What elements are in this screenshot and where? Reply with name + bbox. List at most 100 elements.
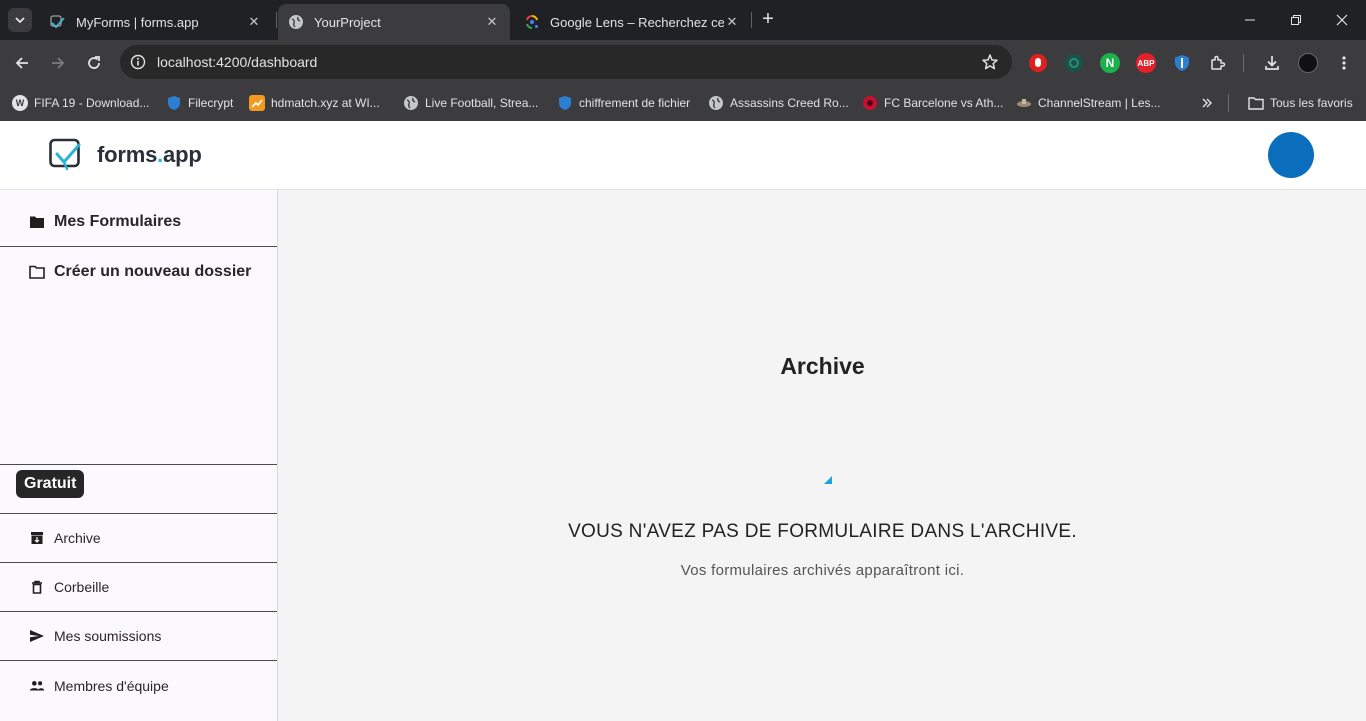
sidebar-item-label: Créer un nouveau dossier bbox=[54, 262, 252, 280]
forms-app-logo-icon bbox=[49, 138, 81, 171]
folder-filled-icon bbox=[29, 214, 45, 230]
bookmark-item[interactable]: hdmatch.xyz at WI... bbox=[249, 92, 380, 114]
reload-button[interactable] bbox=[80, 49, 108, 77]
plan-badge[interactable]: Gratuit bbox=[16, 470, 85, 498]
n-extension-label: N bbox=[1105, 56, 1115, 70]
tab-title: Google Lens – Recherchez ce qu bbox=[550, 14, 724, 30]
user-avatar[interactable] bbox=[1268, 132, 1314, 178]
reload-icon bbox=[88, 56, 100, 69]
web-page: forms.app Mes Formulaires Créer un nouve… bbox=[0, 121, 1366, 721]
sidebar-item-submissions[interactable]: Mes soumissions bbox=[0, 612, 277, 661]
all-bookmarks-button[interactable]: Tous les favoris bbox=[1248, 92, 1353, 114]
green-circle-extension-icon[interactable] bbox=[1064, 53, 1084, 73]
bookmark-label: ChannelStream | Les... bbox=[1038, 96, 1161, 110]
arrow-right-icon bbox=[52, 57, 65, 69]
site-info-icon[interactable] bbox=[128, 52, 148, 72]
tab-separator bbox=[751, 12, 752, 28]
bookmark-label: chiffrement de fichier bbox=[579, 96, 691, 110]
shield-extension-icon[interactable] bbox=[1172, 53, 1192, 73]
close-tab-icon[interactable]: ✕ bbox=[484, 14, 500, 30]
restore-button[interactable] bbox=[1273, 0, 1319, 40]
bookmark-label: FC Barcelone vs Ath... bbox=[884, 96, 1004, 110]
bookmark-label: Filecrypt bbox=[188, 96, 234, 110]
bookmark-star-icon[interactable] bbox=[980, 52, 1000, 72]
tab-title: MyForms | forms.app bbox=[76, 14, 199, 30]
trash-icon bbox=[29, 579, 45, 595]
more-bookmarks-button[interactable] bbox=[1200, 92, 1214, 114]
tab-myforms[interactable]: MyForms | forms.app ✕ bbox=[40, 4, 272, 40]
tab-search-button[interactable] bbox=[8, 8, 32, 32]
restore-icon bbox=[1291, 15, 1301, 25]
bookmark-item[interactable]: chiffrement de fichier bbox=[557, 92, 690, 114]
folder-icon bbox=[1248, 95, 1264, 111]
bookmark-item[interactable]: Assassins Creed Ro... bbox=[708, 92, 849, 114]
profile-avatar[interactable] bbox=[1298, 53, 1318, 73]
wordpress-icon: W bbox=[12, 95, 28, 111]
sidebar-item-label: Mes soumissions bbox=[54, 628, 162, 644]
plan-section: Gratuit bbox=[0, 464, 277, 514]
hand-stop-extension-icon[interactable] bbox=[1028, 53, 1048, 73]
globe-icon bbox=[288, 14, 304, 30]
bookmark-label: Assassins Creed Ro... bbox=[730, 96, 849, 110]
new-tab-button[interactable]: + bbox=[758, 9, 778, 30]
sidebar-item-label: Archive bbox=[54, 530, 101, 546]
bookmark-separator bbox=[1228, 92, 1229, 114]
browser-toolbar: localhost:4200/dashboard N ABP bbox=[0, 40, 1366, 85]
app-header: forms.app bbox=[0, 121, 1366, 190]
back-button[interactable] bbox=[8, 49, 36, 77]
close-window-button[interactable] bbox=[1319, 0, 1365, 40]
sidebar-item-my-forms[interactable]: Mes Formulaires bbox=[0, 198, 277, 247]
n-extension-icon[interactable]: N bbox=[1100, 53, 1120, 73]
football-icon bbox=[862, 95, 878, 111]
adblock-plus-extension-icon[interactable]: ABP bbox=[1136, 53, 1156, 73]
sidebar-item-trash[interactable]: Corbeille bbox=[0, 563, 277, 612]
close-icon bbox=[1336, 14, 1348, 26]
bookmark-item[interactable]: ChannelStream | Les... bbox=[1016, 92, 1161, 114]
url-text[interactable]: localhost:4200/dashboard bbox=[157, 54, 317, 70]
sidebar-item-label: Membres d'équipe bbox=[54, 677, 169, 694]
satellite-icon bbox=[1016, 95, 1032, 111]
bookmark-item[interactable]: Filecrypt bbox=[166, 92, 233, 114]
sidebar-item-new-folder[interactable]: Créer un nouveau dossier bbox=[0, 247, 277, 296]
tab-separator bbox=[276, 12, 277, 28]
send-icon bbox=[29, 628, 45, 644]
extensions-puzzle-icon[interactable] bbox=[1208, 53, 1228, 73]
shield-icon bbox=[166, 95, 182, 111]
globe-icon bbox=[403, 95, 419, 111]
empty-state-heading: VOUS N'AVEZ PAS DE FORMULAIRE DANS L'ARC… bbox=[568, 521, 1077, 542]
bookmarks-bar: W FIFA 19 - Download... Filecrypt hdmatc… bbox=[0, 85, 1366, 121]
minimize-icon bbox=[1245, 19, 1255, 21]
team-icon bbox=[29, 678, 45, 694]
folder-outline-icon bbox=[29, 264, 45, 280]
loading-spinner-icon bbox=[824, 476, 832, 484]
empty-state-subtitle: Vos formulaires archivés apparaîtront ic… bbox=[680, 562, 965, 579]
chrome-menu-icon[interactable] bbox=[1334, 53, 1354, 73]
close-tab-icon[interactable]: ✕ bbox=[724, 14, 740, 30]
sidebar: Mes Formulaires Créer un nouveau dossier… bbox=[0, 190, 278, 721]
forms-app-wordmark: forms.app bbox=[97, 142, 202, 167]
sidebar-item-archive[interactable]: Archive bbox=[0, 514, 277, 563]
bookmark-item[interactable]: Live Football, Strea... bbox=[403, 92, 538, 114]
page-title: Archive bbox=[780, 353, 865, 379]
sidebar-item-label: Mes Formulaires bbox=[54, 213, 182, 230]
download-icon[interactable] bbox=[1262, 53, 1282, 73]
chart-icon bbox=[249, 95, 265, 111]
sidebar-item-label: Corbeille bbox=[54, 579, 110, 595]
forms-app-icon bbox=[50, 14, 66, 30]
forms-app-logo[interactable]: forms.app bbox=[49, 138, 202, 172]
all-bookmarks-label: Tous les favoris bbox=[1270, 96, 1353, 110]
abp-extension-label: ABP bbox=[1137, 58, 1155, 68]
bookmark-item[interactable]: FC Barcelone vs Ath... bbox=[862, 92, 1003, 114]
sidebar-item-team[interactable]: Membres d'équipe bbox=[0, 661, 277, 710]
bookmark-label: Live Football, Strea... bbox=[425, 96, 539, 110]
google-lens-icon bbox=[524, 14, 540, 30]
tab-yourproject[interactable]: YourProject ✕ bbox=[278, 4, 510, 40]
shield-icon bbox=[557, 95, 573, 111]
bookmark-item[interactable]: W FIFA 19 - Download... bbox=[12, 92, 149, 114]
close-tab-icon[interactable]: ✕ bbox=[246, 14, 262, 30]
address-bar[interactable]: localhost:4200/dashboard bbox=[120, 45, 1012, 79]
tab-google-lens[interactable]: Google Lens – Recherchez ce qu ✕ bbox=[514, 4, 750, 40]
browser-tab-strip: MyForms | forms.app ✕ YourProject ✕ Goog… bbox=[0, 0, 1366, 40]
forward-button[interactable] bbox=[44, 49, 72, 77]
minimize-button[interactable] bbox=[1227, 0, 1273, 40]
